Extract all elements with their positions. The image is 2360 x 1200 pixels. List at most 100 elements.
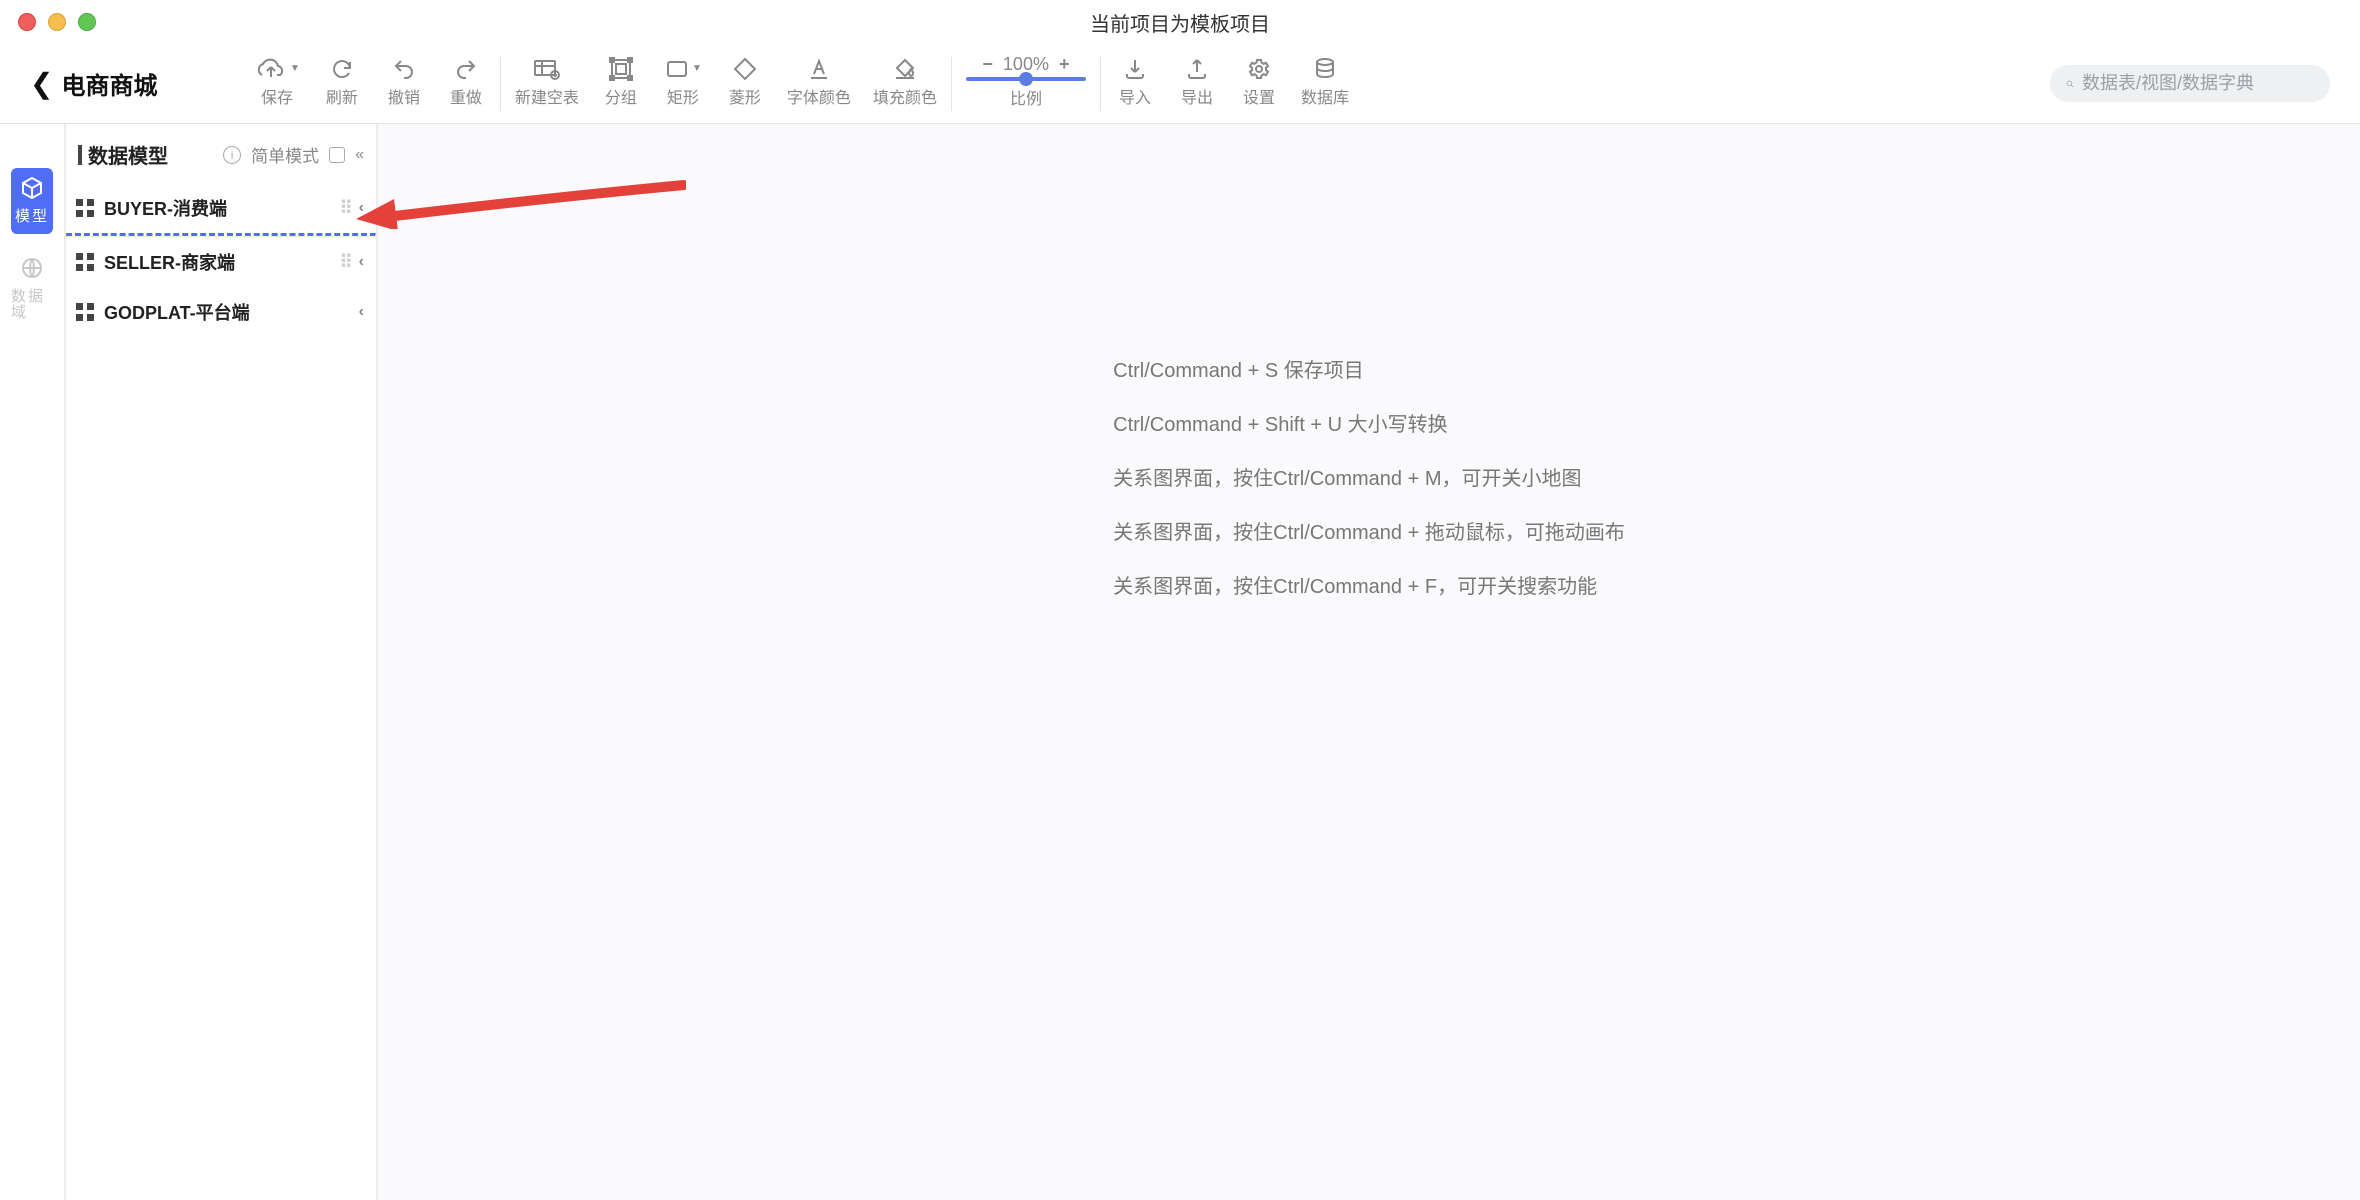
hint-line: 关系图界面，按住Ctrl/Command + F，可开关搜索功能 xyxy=(1113,560,1625,614)
category-icon xyxy=(76,303,94,321)
zoom-out-button[interactable]: − xyxy=(982,54,993,75)
export-button[interactable]: 导出 xyxy=(1177,54,1217,108)
settings-button[interactable]: 设置 xyxy=(1239,54,1279,108)
sidebar-title: 数据模型 xyxy=(88,140,168,169)
collapse-all-icon[interactable]: « xyxy=(355,146,364,164)
category-icon xyxy=(76,199,94,217)
diamond-icon xyxy=(732,54,758,84)
zoom-label: 比例 xyxy=(1010,85,1042,109)
drag-handle-icon[interactable]: ⠿ xyxy=(339,252,350,273)
canvas[interactable]: Ctrl/Command + S 保存项目 Ctrl/Command + Shi… xyxy=(378,124,2360,1200)
rect-button[interactable]: ▼ 矩形 xyxy=(663,54,703,108)
sidebar-item-label: BUYER-消费端 xyxy=(104,195,339,221)
back-button[interactable]: ❮ 电商商城 xyxy=(10,66,240,101)
toolbar: ❮ 电商商城 ▼ 保存 刷新 撤销 重做 xyxy=(0,44,2360,124)
drag-handle-icon[interactable]: ⠿ xyxy=(339,198,350,219)
zoom-slider-thumb[interactable] xyxy=(1019,72,1033,86)
rail-item-model[interactable]: 模型 xyxy=(11,168,53,234)
maximize-window-button[interactable] xyxy=(78,13,96,31)
window-controls xyxy=(0,13,96,31)
diamond-label: 菱形 xyxy=(729,84,761,108)
gear-icon xyxy=(1246,54,1272,84)
sidebar-header: 数据模型 i 简单模式 « xyxy=(66,124,376,183)
font-color-icon xyxy=(806,54,832,84)
save-label: 保存 xyxy=(261,84,293,108)
redo-button[interactable]: 重做 xyxy=(446,54,486,108)
sidebar-item-label: GODPLAT-平台端 xyxy=(104,299,359,325)
zoom-in-button[interactable]: + xyxy=(1059,54,1070,75)
rail-domain-label: 数据域 xyxy=(11,289,53,322)
zoom-control: − 100% + 比例 xyxy=(966,54,1086,109)
new-table-icon xyxy=(533,54,561,84)
chevron-down-icon: ▼ xyxy=(692,63,702,74)
redo-label: 重做 xyxy=(450,84,482,108)
category-icon xyxy=(76,253,94,271)
hint-line: Ctrl/Command + S 保存项目 xyxy=(1113,344,1625,398)
new-table-button[interactable]: 新建空表 xyxy=(515,54,579,108)
hint-line: 关系图界面，按住Ctrl/Command + M，可开关小地图 xyxy=(1113,452,1625,506)
minimize-window-button[interactable] xyxy=(48,13,66,31)
cube-icon xyxy=(20,176,44,205)
group-icon xyxy=(608,54,634,84)
fill-color-icon xyxy=(892,54,918,84)
import-button[interactable]: 导入 xyxy=(1115,54,1155,108)
refresh-icon xyxy=(329,54,355,84)
cloud-upload-icon: ▼ xyxy=(254,54,300,84)
chevron-left-icon[interactable]: ‹ xyxy=(359,253,364,271)
sidebar-item-label: SELLER-商家端 xyxy=(104,249,339,275)
rect-label: 矩形 xyxy=(667,84,699,108)
undo-label: 撤销 xyxy=(388,84,420,108)
export-icon xyxy=(1184,54,1210,84)
diamond-button[interactable]: 菱形 xyxy=(725,54,765,108)
database-label: 数据库 xyxy=(1301,84,1349,108)
search-input[interactable] xyxy=(2082,73,2314,94)
undo-icon xyxy=(391,54,417,84)
redo-icon xyxy=(453,54,479,84)
rail-model-label: 模型 xyxy=(15,209,49,226)
rail-item-domain[interactable]: 数据域 xyxy=(11,248,53,330)
main: 模型 数据域 数据模型 i 简单模式 « BUYER-消费端 ⠿ xyxy=(0,124,2360,1200)
refresh-label: 刷新 xyxy=(326,84,358,108)
refresh-button[interactable]: 刷新 xyxy=(322,54,362,108)
search-box[interactable] xyxy=(2050,65,2330,102)
close-window-button[interactable] xyxy=(18,13,36,31)
database-button[interactable]: 数据库 xyxy=(1301,54,1349,108)
mode-label: 简单模式 xyxy=(251,142,319,167)
font-color-button[interactable]: 字体颜色 xyxy=(787,54,851,108)
title-accent xyxy=(78,145,82,165)
settings-label: 设置 xyxy=(1243,84,1275,108)
chevron-left-icon[interactable]: ‹ xyxy=(359,199,364,217)
window-title: 当前项目为模板项目 xyxy=(0,8,2360,37)
chevron-down-icon: ▼ xyxy=(290,63,300,74)
import-label: 导入 xyxy=(1119,84,1151,108)
group-label: 分组 xyxy=(605,84,637,108)
search-icon xyxy=(2066,74,2074,94)
keyboard-hints: Ctrl/Command + S 保存项目 Ctrl/Command + Shi… xyxy=(1113,344,1625,614)
hint-line: Ctrl/Command + Shift + U 大小写转换 xyxy=(1113,398,1625,452)
zoom-slider[interactable] xyxy=(966,77,1086,81)
simple-mode-checkbox[interactable] xyxy=(329,147,345,163)
fill-color-button[interactable]: 填充颜色 xyxy=(873,54,937,108)
project-name: 电商商城 xyxy=(61,66,157,101)
info-icon[interactable]: i xyxy=(223,146,241,164)
export-label: 导出 xyxy=(1181,84,1213,108)
nav-rail: 模型 数据域 xyxy=(0,124,66,1200)
sidebar: 数据模型 i 简单模式 « BUYER-消费端 ⠿ ‹ SELLER-商家端 ⠿… xyxy=(66,124,378,1200)
chevron-left-icon[interactable]: ‹ xyxy=(359,303,364,321)
save-button[interactable]: ▼ 保存 xyxy=(254,54,300,108)
sidebar-item-godplat[interactable]: GODPLAT-平台端 ‹ xyxy=(66,287,376,337)
sidebar-item-buyer[interactable]: BUYER-消费端 ⠿ ‹ xyxy=(66,183,376,233)
font-color-label: 字体颜色 xyxy=(787,84,851,108)
hint-line: 关系图界面，按住Ctrl/Command + 拖动鼠标，可拖动画布 xyxy=(1113,506,1625,560)
chevron-left-icon: ❮ xyxy=(30,67,53,100)
import-icon xyxy=(1122,54,1148,84)
new-table-label: 新建空表 xyxy=(515,84,579,108)
group-button[interactable]: 分组 xyxy=(601,54,641,108)
globe-icon xyxy=(20,256,44,285)
undo-button[interactable]: 撤销 xyxy=(384,54,424,108)
titlebar: 当前项目为模板项目 xyxy=(0,0,2360,44)
database-icon xyxy=(1312,54,1338,84)
sidebar-item-seller[interactable]: SELLER-商家端 ⠿ ‹ xyxy=(66,237,376,287)
fill-color-label: 填充颜色 xyxy=(873,84,937,108)
rectangle-icon: ▼ xyxy=(664,54,702,84)
